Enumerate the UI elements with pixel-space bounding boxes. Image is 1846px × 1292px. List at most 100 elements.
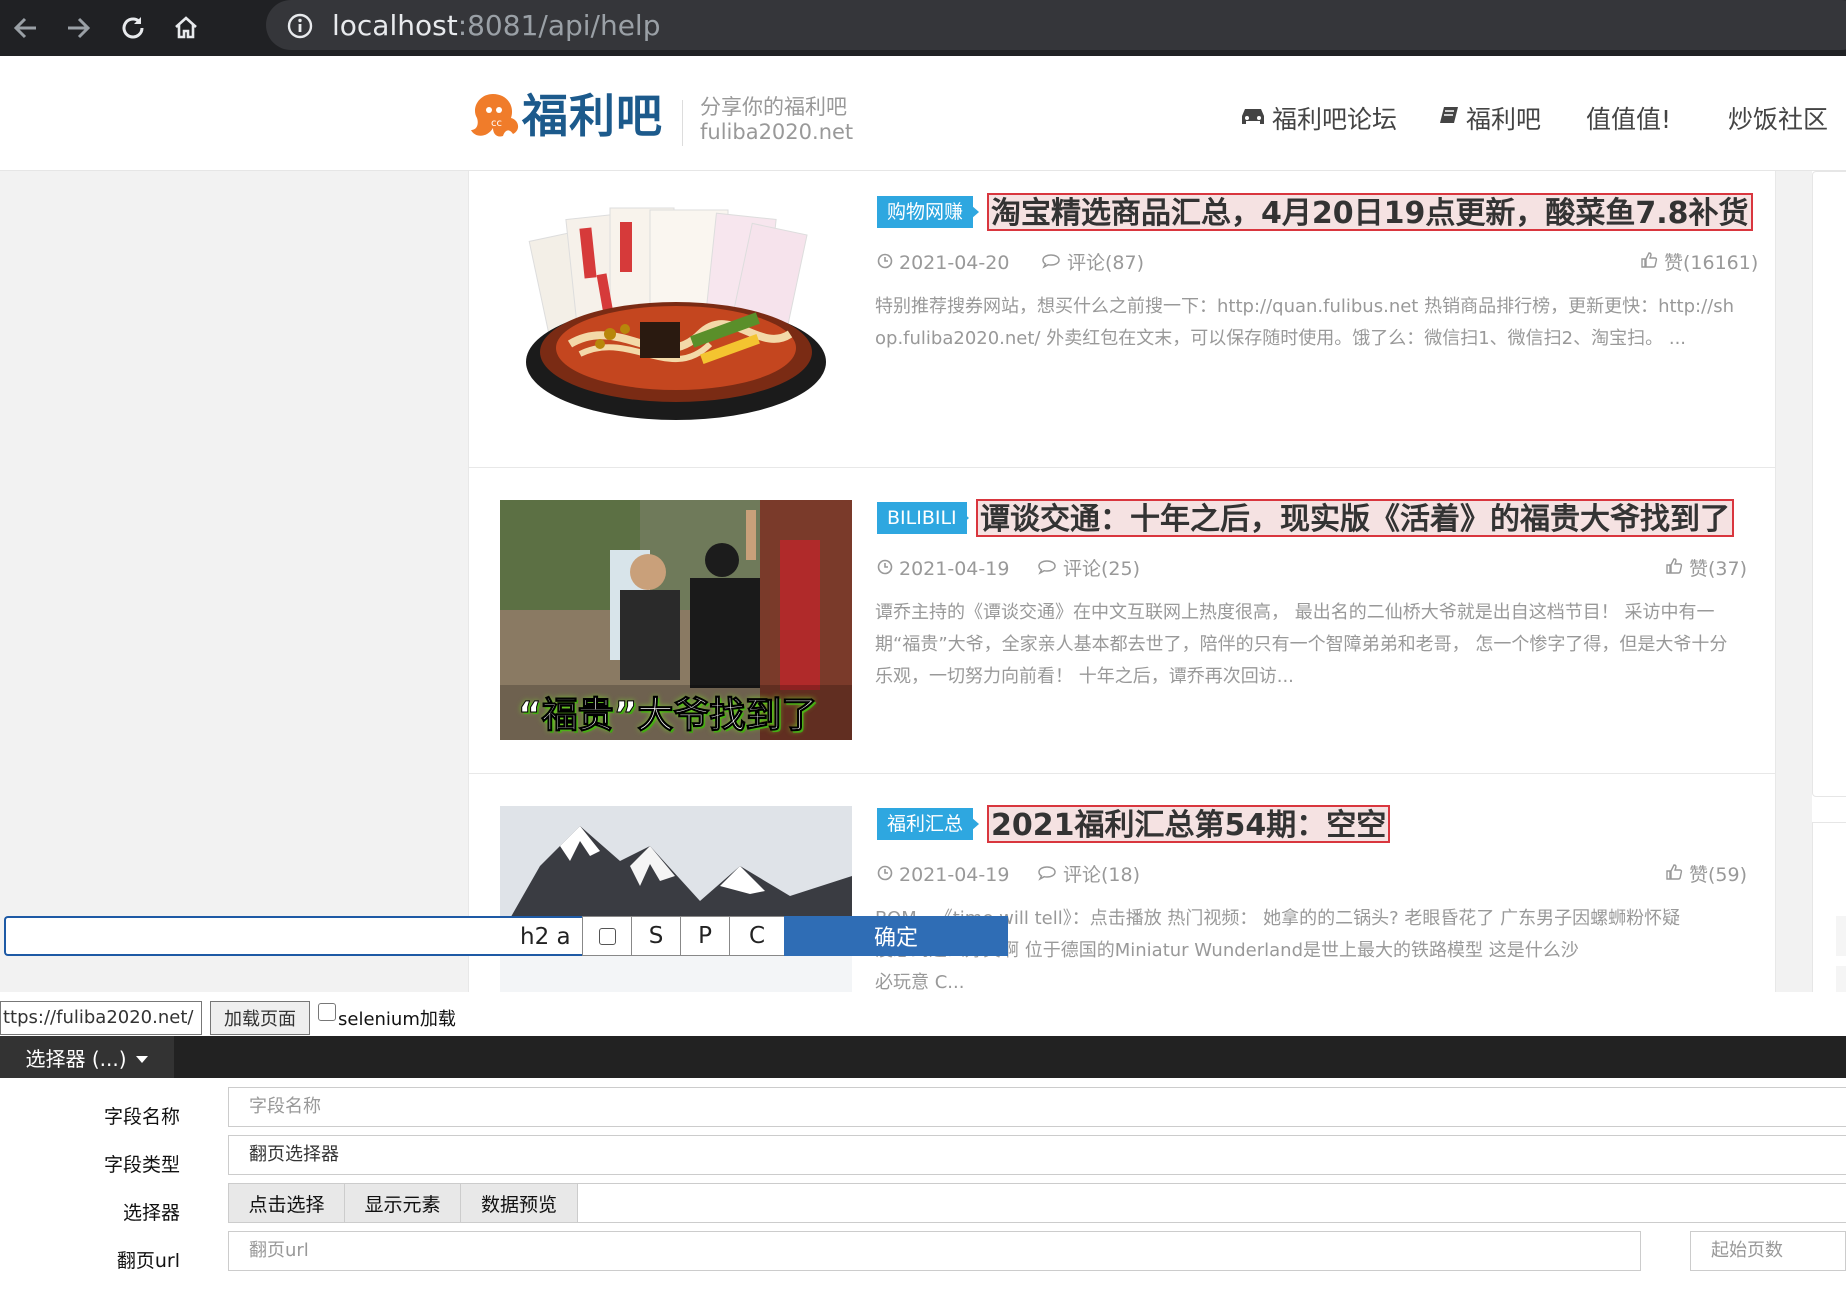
- comment-icon: [1041, 251, 1061, 275]
- caret-down-icon: [135, 1045, 149, 1069]
- category-badge[interactable]: BILIBILI: [877, 502, 967, 534]
- site-slogan: 分享你的福利吧 fuliba2020.net: [700, 95, 853, 145]
- article-date: 2021-04-19: [877, 557, 1009, 581]
- nav-label-fuliba: 福利吧: [1466, 105, 1542, 134]
- page-url-template-input[interactable]: 翻页url: [228, 1231, 1641, 1271]
- nav-label-forum: 福利吧论坛: [1272, 105, 1398, 134]
- date-text: 2021-04-19: [899, 864, 1010, 886]
- comment-count: 评论(25): [1063, 558, 1141, 580]
- selector-label: 选择器: [122, 1202, 180, 1224]
- article-likes[interactable]: 赞(37): [1665, 557, 1747, 581]
- multi-select-checkbox-button[interactable]: [582, 916, 632, 956]
- thumbs-up-icon: [1665, 557, 1683, 581]
- date-text: 2021-04-19: [899, 558, 1010, 580]
- load-page-button[interactable]: 加载页面: [210, 1001, 310, 1035]
- article-thumbnail[interactable]: [500, 806, 852, 992]
- nav-item-chaofan[interactable]: 炒饭社区: [1728, 104, 1828, 136]
- logo-divider: [682, 100, 683, 146]
- page-url-label: 翻页url: [116, 1250, 180, 1272]
- book-icon: [1438, 104, 1462, 136]
- article-likes[interactable]: 赞(59): [1665, 863, 1747, 887]
- like-count: 赞(59): [1689, 864, 1748, 886]
- nav-item-forum[interactable]: 福利吧论坛: [1238, 104, 1397, 136]
- selenium-label: selenium加载: [338, 1009, 456, 1030]
- article-thumbnail[interactable]: “福贵”大爷找到了: [500, 500, 852, 740]
- octopus-logo-icon[interactable]: cc: [467, 88, 523, 148]
- confirm-button[interactable]: 确定: [784, 916, 1008, 956]
- category-badge-arrow: [971, 205, 979, 219]
- nav-label-zhizhizhi: 值值值!: [1586, 105, 1672, 134]
- page-gutter-left: [0, 171, 468, 1000]
- select-button-c[interactable]: C: [729, 916, 785, 956]
- article-date: 2021-04-20: [877, 251, 1009, 275]
- click-select-button[interactable]: 点击选择: [228, 1183, 345, 1223]
- nav-item-zhizhizhi[interactable]: 值值值!: [1586, 104, 1671, 136]
- comment-count: 评论(18): [1063, 864, 1141, 886]
- select-button-p[interactable]: P: [680, 916, 730, 956]
- css-selector-input[interactable]: [4, 916, 582, 956]
- show-element-button[interactable]: 显示元素: [344, 1183, 461, 1223]
- article-title[interactable]: 谭谈交通：十年之后，现实版《活着》的福贵大爷找到了: [976, 499, 1734, 537]
- comment-count: 评论(87): [1067, 252, 1145, 274]
- car-icon: [1238, 104, 1268, 136]
- article-title[interactable]: 淘宝精选商品汇总，4月20日19点更新，酸菜鱼7.8补货: [987, 193, 1753, 231]
- address-bar-text[interactable]: localhost:8081/api/help: [332, 9, 660, 43]
- sidebar-list-item[interactable]: [1836, 916, 1846, 956]
- forward-arrow-icon[interactable]: [60, 10, 96, 46]
- start-page-input[interactable]: 起始页数: [1690, 1231, 1846, 1271]
- snowy-mountain-image: [500, 806, 852, 992]
- article-comments[interactable]: 评论(87): [1041, 251, 1144, 275]
- page-url-input[interactable]: ttps://fuliba2020.net/: [0, 1001, 202, 1035]
- select-button-s[interactable]: S: [631, 916, 681, 956]
- article-divider: [468, 467, 1776, 468]
- field-type-label: 字段类型: [103, 1154, 180, 1176]
- site-info-icon[interactable]: [286, 12, 314, 44]
- nav-item-fuliba[interactable]: 福利吧: [1438, 104, 1541, 136]
- category-badge-arrow: [961, 511, 969, 525]
- home-icon[interactable]: [168, 10, 204, 46]
- tab-selector[interactable]: 选择器 (...): [0, 1036, 174, 1078]
- data-preview-button[interactable]: 数据预览: [460, 1183, 578, 1223]
- clock-icon: [877, 557, 893, 581]
- date-text: 2021-04-20: [899, 252, 1010, 274]
- clock-icon: [877, 251, 893, 275]
- slogan-line1: 分享你的福利吧: [700, 95, 847, 119]
- like-count: 赞(16161): [1664, 252, 1759, 274]
- selenium-checkbox[interactable]: [318, 1003, 336, 1021]
- checkbox-icon: [598, 927, 616, 945]
- field-name-input[interactable]: 字段名称: [228, 1087, 1846, 1127]
- thumbnail-caption: “福贵”大爷找到了: [517, 695, 818, 737]
- thumbs-up-icon: [1640, 251, 1658, 275]
- article-excerpt: 谭乔主持的《谭谈交通》在中文互联网上热度很高， 最出名的二仙桥大爷就是出自这档节…: [875, 602, 1728, 687]
- site-header: [0, 57, 1846, 171]
- category-badge-arrow: [971, 817, 979, 831]
- reload-icon[interactable]: [115, 10, 151, 46]
- field-type-select[interactable]: 翻页选择器: [228, 1135, 1846, 1175]
- article-thumbnail[interactable]: [500, 194, 852, 434]
- article-title[interactable]: 2021福利汇总第54期：空空: [987, 805, 1391, 843]
- like-count: 赞(37): [1689, 558, 1748, 580]
- category-badge[interactable]: 福利汇总: [877, 808, 974, 840]
- snail-noodle-image: [500, 194, 852, 434]
- slogan-line2: fuliba2020.net: [700, 120, 854, 144]
- article-divider: [468, 773, 1776, 774]
- selector-tab-label: 选择器 (...): [25, 1046, 127, 1071]
- field-name-label: 字段名称: [103, 1106, 180, 1128]
- article-comments[interactable]: 评论(25): [1037, 557, 1140, 581]
- nav-label-chaofan: 炒饭社区: [1728, 105, 1829, 134]
- comment-icon: [1037, 863, 1057, 887]
- url-host: localhost: [332, 9, 458, 42]
- site-logo-text[interactable]: 福利吧: [522, 86, 663, 146]
- article-likes[interactable]: 赞(16161): [1640, 251, 1758, 275]
- category-badge[interactable]: 购物网赚: [877, 196, 974, 228]
- sidebar-widget: [1812, 171, 1846, 797]
- article-excerpt: 特别推荐搜券网站，想买什么之前搜一下：http://quan.fulibus.n…: [875, 296, 1735, 349]
- tab-bar: [0, 1036, 1846, 1078]
- svg-text:cc: cc: [491, 118, 502, 129]
- comment-icon: [1037, 557, 1057, 581]
- back-arrow-icon[interactable]: [8, 10, 44, 46]
- article-comments[interactable]: 评论(18): [1037, 863, 1140, 887]
- page-gutter-right: [1776, 171, 1812, 1000]
- css-selector-value: h2 a: [520, 924, 571, 950]
- article-date: 2021-04-19: [877, 863, 1009, 887]
